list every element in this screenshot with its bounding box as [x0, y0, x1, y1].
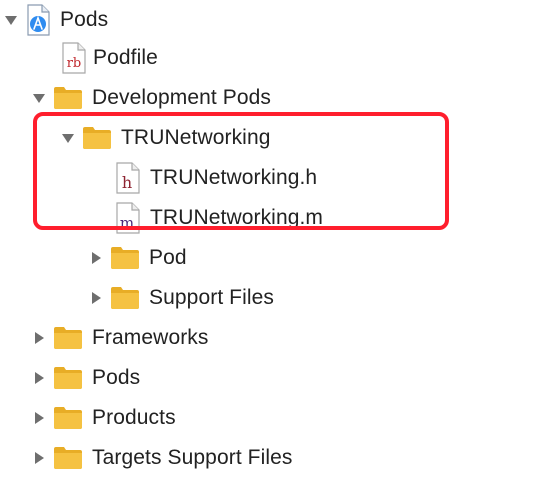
- disclosure-collapsed-icon[interactable]: [31, 370, 47, 386]
- tree-item-label: Pods: [92, 366, 141, 389]
- ruby-file-icon: rb: [62, 42, 86, 74]
- header-file-icon-text: h: [122, 173, 132, 192]
- folder-icon: [53, 446, 83, 470]
- objc-source-file-icon-text: m: [120, 214, 134, 232]
- objc-source-file-icon: m: [116, 202, 140, 234]
- tree-item-label: TRUNetworking.h: [150, 166, 318, 189]
- project-navigator: Pods rb Podfile Development Pods TRUNetw…: [0, 0, 538, 490]
- tree-item-label: TRUNetworking: [121, 126, 271, 149]
- header-file-icon: h: [116, 162, 140, 194]
- folder-icon: [53, 86, 83, 110]
- tree-item-label: TRUNetworking.m: [150, 206, 324, 229]
- folder-icon: [82, 126, 112, 150]
- folder-icon: [53, 326, 83, 350]
- tree-row-trunetworking-h[interactable]: h TRUNetworking.h: [116, 158, 317, 198]
- xcode-project-icon: [25, 4, 51, 36]
- disclosure-collapsed-icon[interactable]: [31, 330, 47, 346]
- tree-row-pod[interactable]: Pod: [88, 238, 187, 278]
- tree-item-label: Development Pods: [92, 86, 272, 109]
- tree-row-support-files[interactable]: Support Files: [88, 278, 274, 318]
- tree-row-targets-support-files[interactable]: Targets Support Files: [31, 438, 293, 478]
- tree-row-pods-project[interactable]: Pods: [3, 0, 108, 40]
- tree-item-label: Support Files: [149, 286, 275, 309]
- folder-icon: [53, 406, 83, 430]
- disclosure-expanded-icon[interactable]: [60, 130, 76, 146]
- tree-item-label: Podfile: [93, 46, 158, 69]
- tree-row-trunetworking-folder[interactable]: TRUNetworking: [60, 118, 271, 158]
- folder-icon: [110, 286, 140, 310]
- tree-item-label: Frameworks: [92, 326, 209, 349]
- tree-row-trunetworking-m[interactable]: m TRUNetworking.m: [116, 198, 323, 238]
- tree-row-podfile[interactable]: rb Podfile: [62, 38, 158, 78]
- folder-icon: [53, 366, 83, 390]
- disclosure-expanded-icon[interactable]: [3, 12, 19, 28]
- tree-item-label: Pod: [149, 246, 187, 269]
- tree-item-label: Targets Support Files: [92, 446, 293, 469]
- disclosure-collapsed-icon[interactable]: [88, 250, 104, 266]
- disclosure-collapsed-icon[interactable]: [31, 410, 47, 426]
- tree-row-frameworks[interactable]: Frameworks: [31, 318, 209, 358]
- folder-icon: [110, 246, 140, 270]
- disclosure-collapsed-icon[interactable]: [88, 290, 104, 306]
- tree-item-label: Products: [92, 406, 176, 429]
- disclosure-collapsed-icon[interactable]: [31, 450, 47, 466]
- tree-row-products[interactable]: Products: [31, 398, 176, 438]
- disclosure-expanded-icon[interactable]: [31, 90, 47, 106]
- ruby-file-icon-text: rb: [67, 56, 82, 71]
- tree-item-label: Pods: [60, 8, 109, 31]
- tree-row-pods-folder[interactable]: Pods: [31, 358, 140, 398]
- tree-row-development-pods[interactable]: Development Pods: [31, 78, 271, 118]
